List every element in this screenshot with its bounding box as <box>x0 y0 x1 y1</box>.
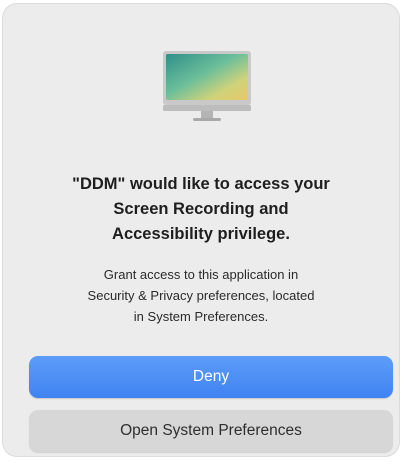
dialog-title: "DDM" would like to access your Screen R… <box>72 175 330 243</box>
dialog-message: Grant access to this application in Secu… <box>87 267 315 324</box>
open-system-preferences-button[interactable]: Open System Preferences <box>29 410 393 452</box>
deny-button[interactable]: Deny <box>29 356 393 398</box>
monitor-icon <box>163 51 251 121</box>
permission-dialog: "DDM" would like to access your Screen R… <box>3 4 399 456</box>
